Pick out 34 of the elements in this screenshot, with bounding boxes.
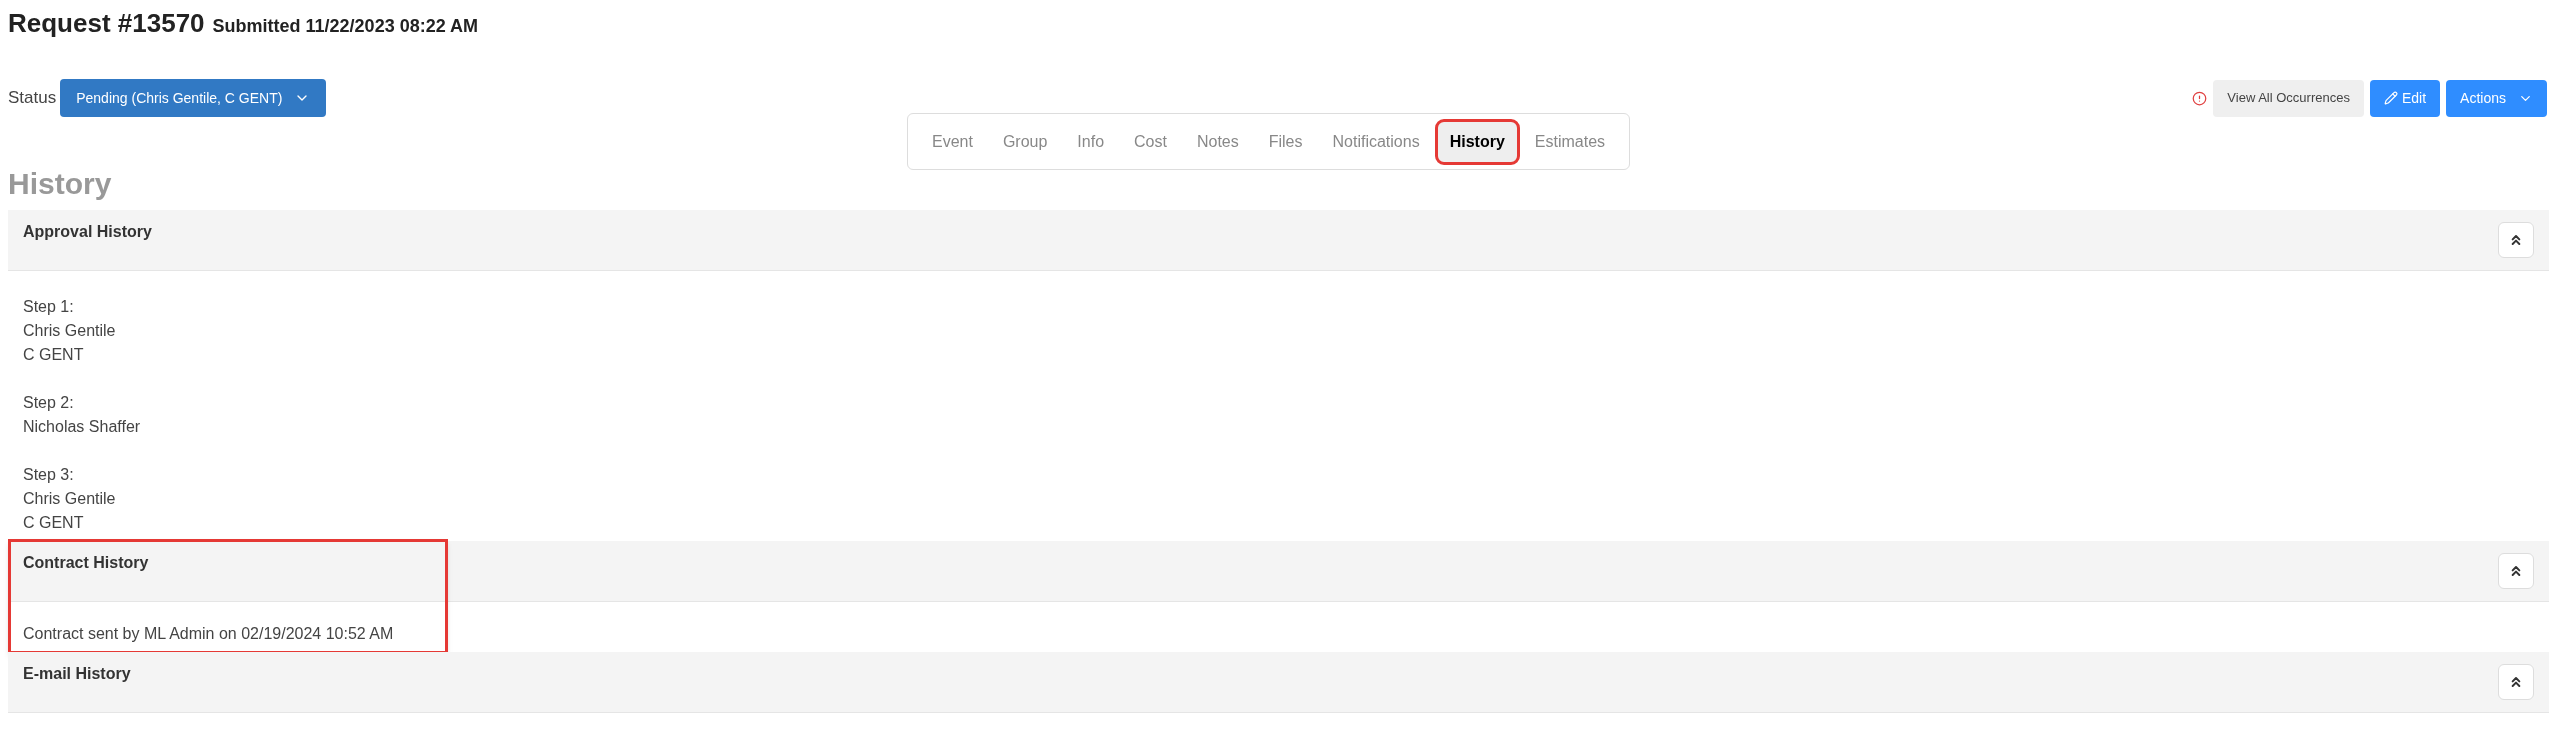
section-heading: Contract History xyxy=(23,553,149,573)
section-heading: Approval History xyxy=(23,222,152,242)
alert-icon xyxy=(2192,90,2208,106)
tab[interactable]: Info xyxy=(1065,121,1117,162)
approver-name: Chris Gentile xyxy=(23,321,117,341)
status-label: Status xyxy=(8,87,57,110)
section-heading: E-mail History xyxy=(23,664,131,684)
actions-dropdown[interactable]: Actions xyxy=(2446,79,2547,117)
tab[interactable]: Estimates xyxy=(1522,121,1618,162)
view-occurrences-button[interactable]: View All Occurrences xyxy=(2213,79,2364,117)
edit-button[interactable]: Edit xyxy=(2369,79,2441,117)
approver-name: Nicholas Shaffer xyxy=(23,417,142,437)
history-entry: Contract sent by ML Admin on 02/19/2024 10:52 AM xyxy=(23,624,395,644)
step-label: Step 2: xyxy=(23,393,75,413)
approver-name: Chris Gentile xyxy=(23,489,117,509)
submitted-date: Submitted 11/22/2023 08:22 AM xyxy=(212,15,479,38)
collapse-button[interactable] xyxy=(2498,222,2534,258)
tab[interactable]: Event xyxy=(919,121,985,162)
page-heading: Request #13570 xyxy=(8,7,205,40)
collapse-button[interactable] xyxy=(2498,664,2534,700)
tab[interactable]: History xyxy=(1437,121,1517,162)
section-title: History xyxy=(8,166,113,202)
step-label: Step 3: xyxy=(23,465,75,485)
tab[interactable]: Notifications xyxy=(1320,121,1432,162)
pencil-icon xyxy=(2383,91,2398,105)
status-dropdown[interactable]: Pending (Chris Gentile, C GENT) xyxy=(60,79,327,117)
approver-name: C GENT xyxy=(23,513,85,533)
collapse-button[interactable] xyxy=(2498,553,2534,589)
tab[interactable]: Group xyxy=(990,121,1060,162)
approver-name: C GENT xyxy=(23,345,85,365)
step-label: Step 1: xyxy=(23,297,75,317)
tab[interactable]: Notes xyxy=(1184,121,1251,162)
tab[interactable]: Files xyxy=(1256,121,1315,162)
tab[interactable]: Cost xyxy=(1122,121,1179,162)
